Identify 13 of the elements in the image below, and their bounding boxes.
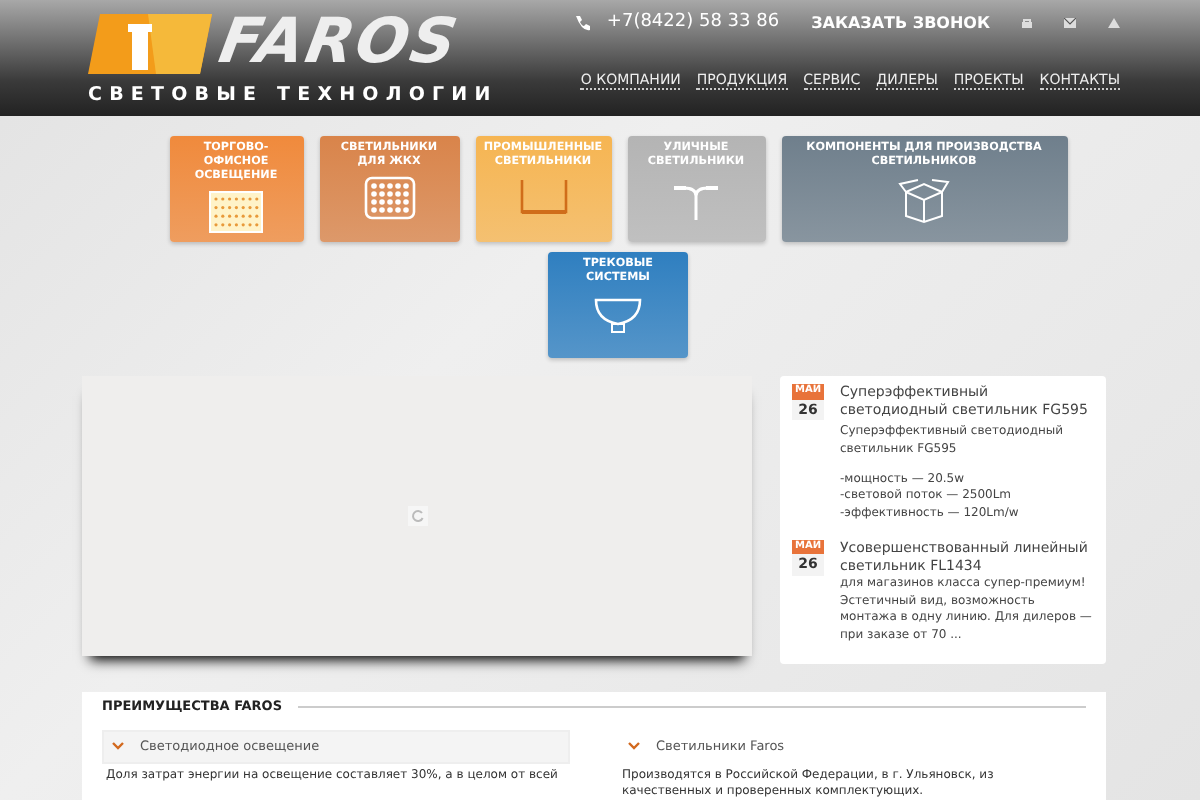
open-box-icon	[896, 175, 952, 224]
logo-text: FAROS	[214, 12, 463, 74]
phone-icon	[574, 15, 591, 31]
lighthouse-logo-icon	[88, 13, 212, 73]
ceiling-panel-icon	[208, 189, 264, 238]
lock-icon[interactable]	[1022, 18, 1032, 28]
triangle-icon[interactable]	[1108, 18, 1120, 28]
logo-tagline: СВЕТОВЫЕ ТЕХНОЛОГИИ	[88, 82, 500, 110]
loading-spinner-icon	[407, 506, 427, 526]
envelope-icon[interactable]	[1064, 18, 1076, 28]
callback-link[interactable]: ЗАКАЗАТЬ ЗВОНОК	[811, 15, 990, 31]
phone-number: +7(8422) 58 33 86	[606, 14, 780, 32]
led-panel-icon	[361, 175, 417, 224]
